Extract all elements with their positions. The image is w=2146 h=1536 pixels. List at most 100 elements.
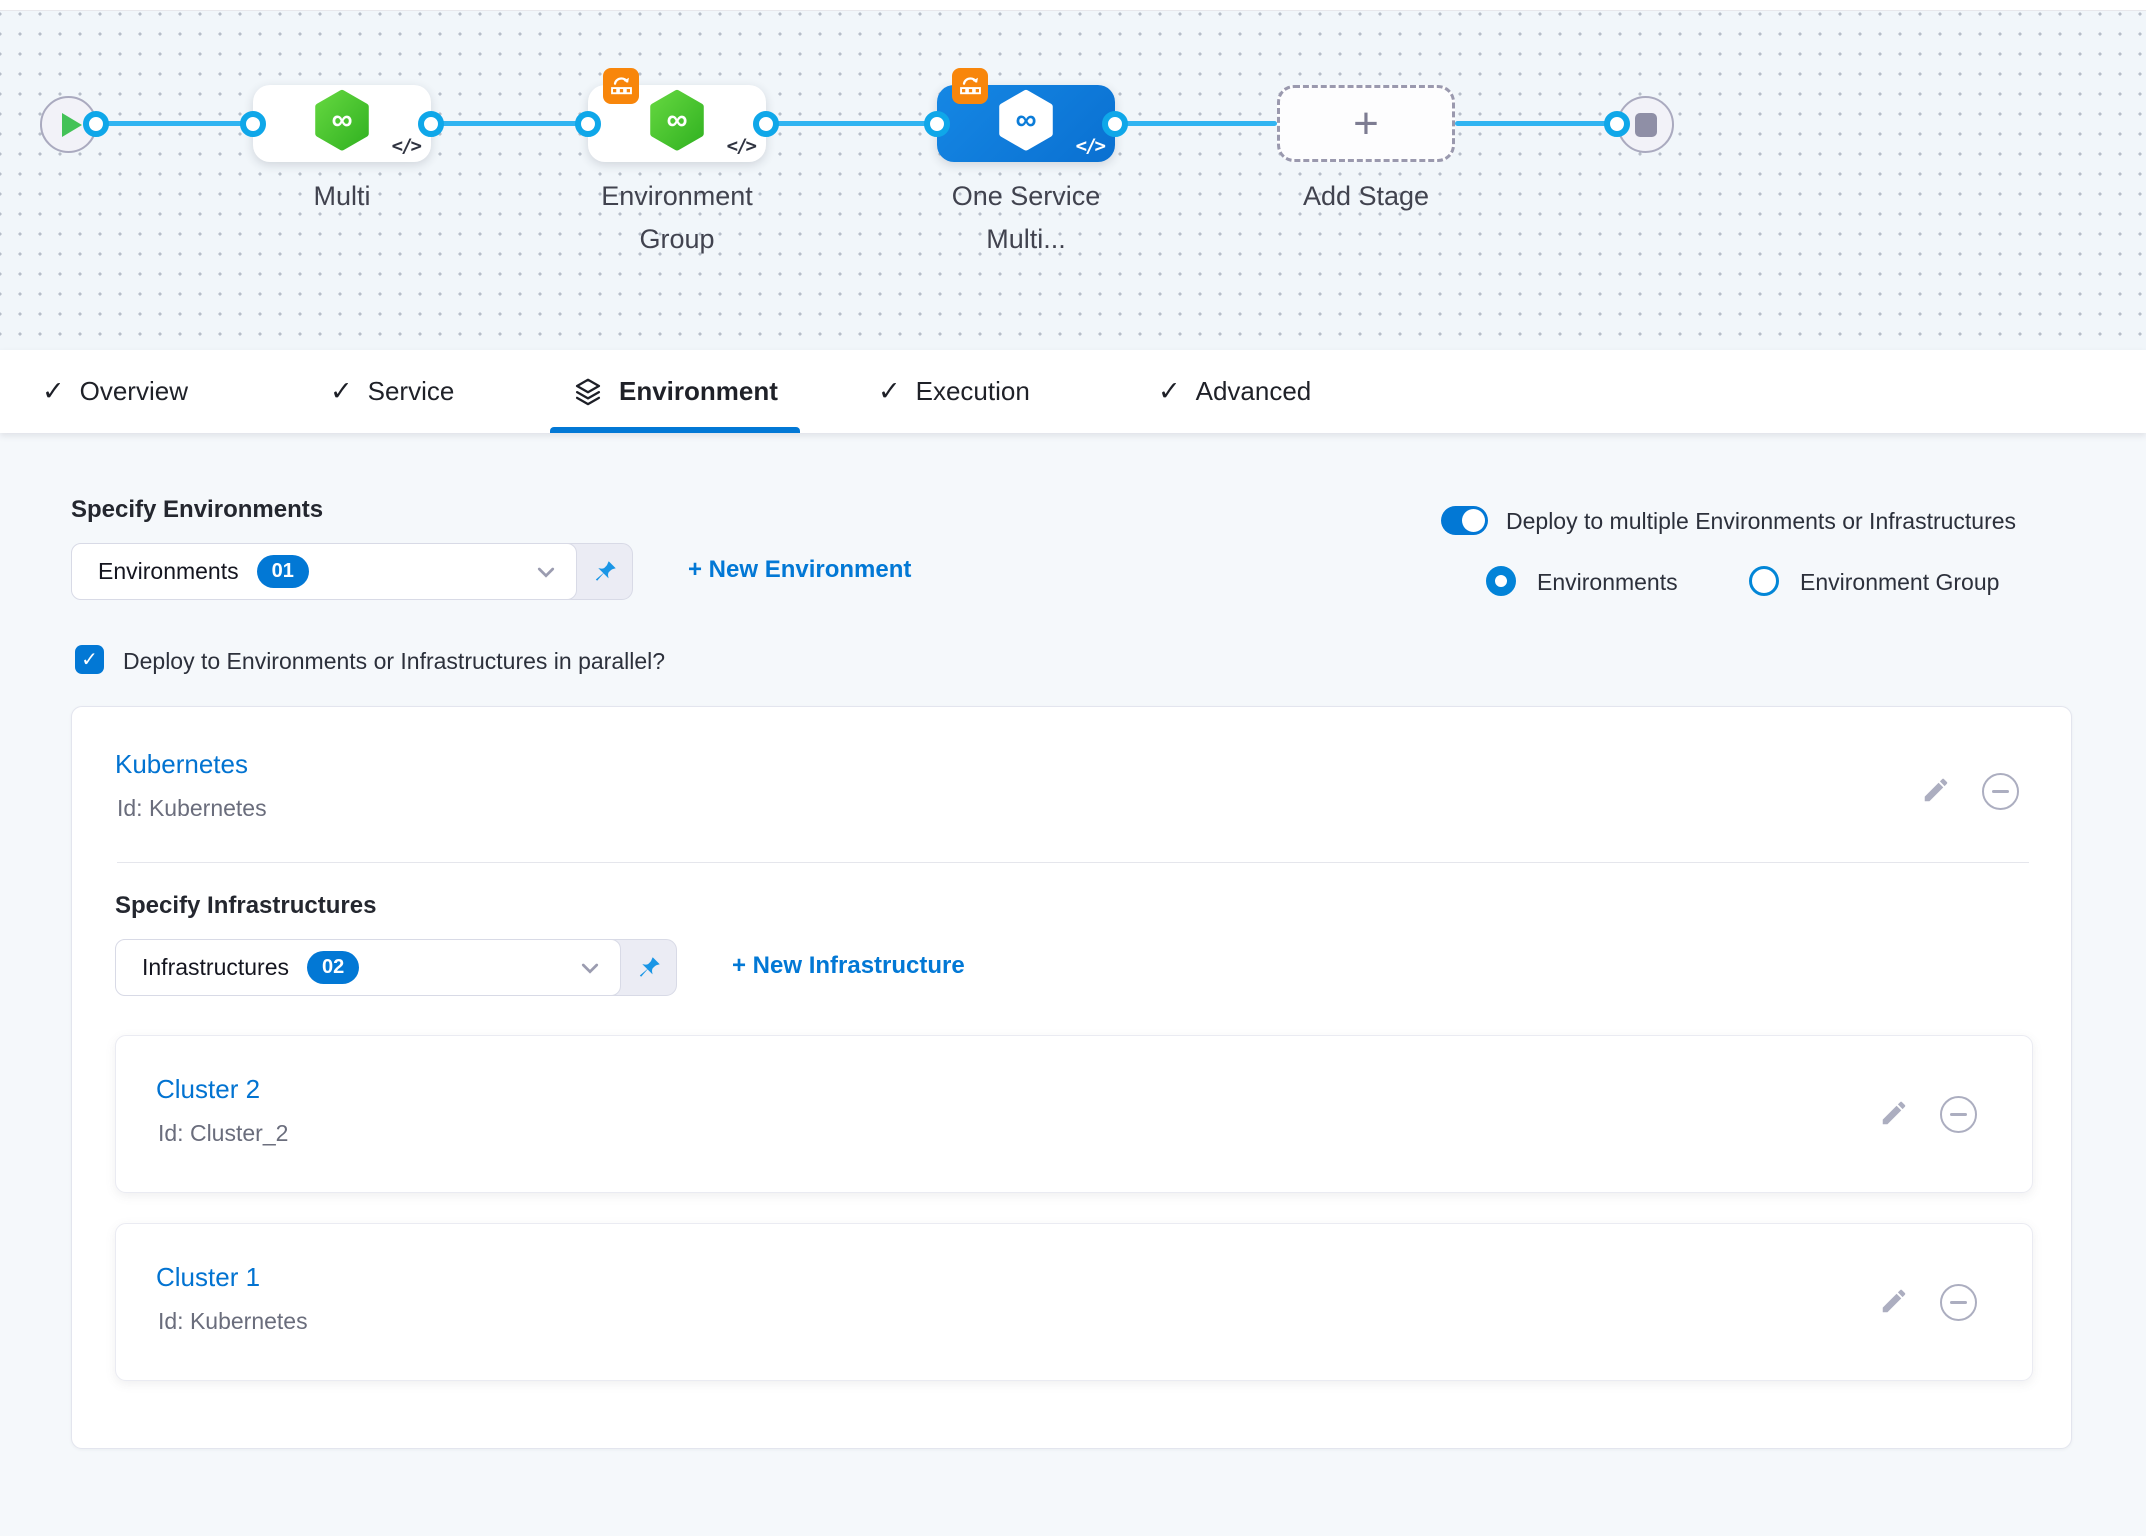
- environments-count-badge: 01: [257, 555, 309, 588]
- environments-select-field[interactable]: Environments 01: [71, 543, 577, 600]
- service-hexagon-icon: ∞: [997, 89, 1055, 156]
- port-oneservice-in: [924, 111, 950, 137]
- remove-environment-button[interactable]: [1982, 773, 2019, 810]
- port-oneservice-out: [1102, 111, 1128, 137]
- stage-node-one-service-multi[interactable]: ∞ </>: [937, 85, 1115, 162]
- pin-button[interactable]: [621, 940, 676, 995]
- minus-icon: [1992, 790, 2009, 793]
- tab-overview[interactable]: ✓ Overview: [42, 350, 188, 433]
- minus-icon: [1950, 1113, 1967, 1116]
- tab-environment[interactable]: Environment: [572, 350, 778, 433]
- deploy-multiple-toggle-label: Deploy to multiple Environments or Infra…: [1506, 508, 2016, 535]
- card-divider: [117, 862, 2029, 863]
- environments-select-value: Environments: [98, 558, 239, 585]
- service-hexagon-icon: ∞: [648, 89, 706, 156]
- edge-envgroup-oneservice: [766, 121, 937, 126]
- port-multi-in: [240, 111, 266, 137]
- stage-label-environment-group: Environment Group: [565, 175, 789, 261]
- tab-execution[interactable]: ✓ Execution: [878, 350, 1030, 433]
- add-stage-button[interactable]: +: [1277, 85, 1455, 162]
- edge-multi-envgroup: [431, 121, 588, 126]
- stage-node-multi[interactable]: ∞ </>: [253, 85, 431, 162]
- infrastructure-title-link[interactable]: Cluster 2: [156, 1074, 260, 1105]
- stage-label-one-service-multi: One Service Multi...: [914, 175, 1138, 261]
- check-icon: ✓: [81, 647, 98, 672]
- deploy-parallel-checkbox-label: Deploy to Environments or Infrastructure…: [123, 648, 665, 675]
- pin-icon: [591, 558, 619, 586]
- environment-title-link[interactable]: Kubernetes: [115, 749, 248, 780]
- new-environment-link[interactable]: + New Environment: [688, 556, 911, 584]
- tab-label: Overview: [80, 376, 188, 407]
- check-icon: ✓: [878, 376, 901, 407]
- edit-infrastructure-button[interactable]: [1879, 1286, 1909, 1316]
- radio-environment-group-label[interactable]: Environment Group: [1800, 569, 1999, 596]
- infrastructures-select-field[interactable]: Infrastructures 02: [115, 939, 621, 996]
- toggle-knob: [1462, 509, 1485, 532]
- radio-environment-group[interactable]: [1749, 566, 1779, 596]
- pin-button[interactable]: [577, 544, 632, 599]
- code-icon: </>: [392, 135, 420, 157]
- new-infrastructure-link[interactable]: + New Infrastructure: [732, 952, 965, 980]
- specify-environments-heading: Specify Environments: [71, 496, 323, 524]
- infrastructures-select[interactable]: Infrastructures 02: [115, 939, 677, 996]
- pencil-icon: [1879, 1286, 1909, 1316]
- edge-oneservice-addstage: [1115, 121, 1277, 126]
- code-icon: </>: [727, 135, 755, 157]
- pin-icon: [635, 954, 663, 982]
- check-icon: ✓: [330, 376, 353, 407]
- plus-icon: +: [1353, 104, 1379, 144]
- propagate-rollout-icon: [603, 68, 639, 104]
- pencil-icon: [1921, 775, 1951, 805]
- edit-infrastructure-button[interactable]: [1879, 1098, 1909, 1128]
- infrastructures-count-badge: 02: [307, 951, 359, 984]
- stage-label-multi: Multi: [230, 175, 454, 218]
- tab-label: Advanced: [1196, 376, 1312, 407]
- tab-advanced[interactable]: ✓ Advanced: [1158, 350, 1311, 433]
- infrastructure-card-cluster-2: Cluster 2 Id: Cluster_2: [115, 1035, 2033, 1193]
- edge-addstage-end: [1455, 121, 1620, 126]
- port-start-out: [83, 111, 109, 137]
- play-icon: [62, 113, 82, 137]
- environments-select[interactable]: Environments 01: [71, 543, 633, 600]
- tab-label: Environment: [619, 376, 778, 407]
- stage-label-add-stage: Add Stage: [1254, 175, 1478, 218]
- port-envgroup-out: [753, 111, 779, 137]
- environment-card-kubernetes: Kubernetes Id: Kubernetes Specify Infras…: [71, 706, 2072, 1449]
- propagate-rollout-icon: [952, 68, 988, 104]
- stage-node-environment-group[interactable]: ∞ </>: [588, 85, 766, 162]
- radio-environments[interactable]: [1486, 566, 1516, 596]
- port-envgroup-in: [575, 111, 601, 137]
- environment-id-text: Id: Kubernetes: [117, 795, 267, 822]
- tab-label: Execution: [916, 376, 1030, 407]
- remove-infrastructure-button[interactable]: [1940, 1096, 1977, 1133]
- svg-text:∞: ∞: [666, 103, 687, 136]
- stop-icon: [1635, 113, 1657, 137]
- port-multi-out: [418, 111, 444, 137]
- environment-layers-icon: [572, 376, 604, 408]
- deploy-multiple-toggle[interactable]: [1441, 506, 1488, 535]
- port-end-in: [1604, 111, 1630, 137]
- service-hexagon-icon: ∞: [313, 89, 371, 156]
- code-icon: </>: [1076, 135, 1104, 157]
- edit-environment-button[interactable]: [1921, 775, 1951, 805]
- environment-tab-panel: Specify Environments Environments 01 + N…: [0, 433, 2146, 1536]
- radio-environments-label[interactable]: Environments: [1537, 569, 1678, 596]
- chevron-down-icon: [578, 956, 602, 980]
- svg-text:∞: ∞: [331, 103, 352, 136]
- pipeline-canvas[interactable]: ∞ </> ∞ </>: [0, 10, 2146, 350]
- infrastructure-card-cluster-1: Cluster 1 Id: Kubernetes: [115, 1223, 2033, 1381]
- svg-text:∞: ∞: [1015, 103, 1036, 136]
- tab-service[interactable]: ✓ Service: [330, 350, 454, 433]
- minus-icon: [1950, 1301, 1967, 1304]
- infrastructure-title-link[interactable]: Cluster 1: [156, 1262, 260, 1293]
- deploy-parallel-checkbox[interactable]: ✓: [75, 645, 104, 674]
- pencil-icon: [1879, 1098, 1909, 1128]
- infrastructures-select-value: Infrastructures: [142, 954, 289, 981]
- specify-infrastructures-heading: Specify Infrastructures: [115, 892, 376, 920]
- infrastructure-id-text: Id: Kubernetes: [158, 1308, 308, 1335]
- check-icon: ✓: [42, 376, 65, 407]
- stage-config-tabbar: ✓ Overview ✓ Service Environment ✓ Execu…: [0, 350, 2146, 433]
- chevron-down-icon: [534, 560, 558, 584]
- tab-label: Service: [368, 376, 455, 407]
- remove-infrastructure-button[interactable]: [1940, 1284, 1977, 1321]
